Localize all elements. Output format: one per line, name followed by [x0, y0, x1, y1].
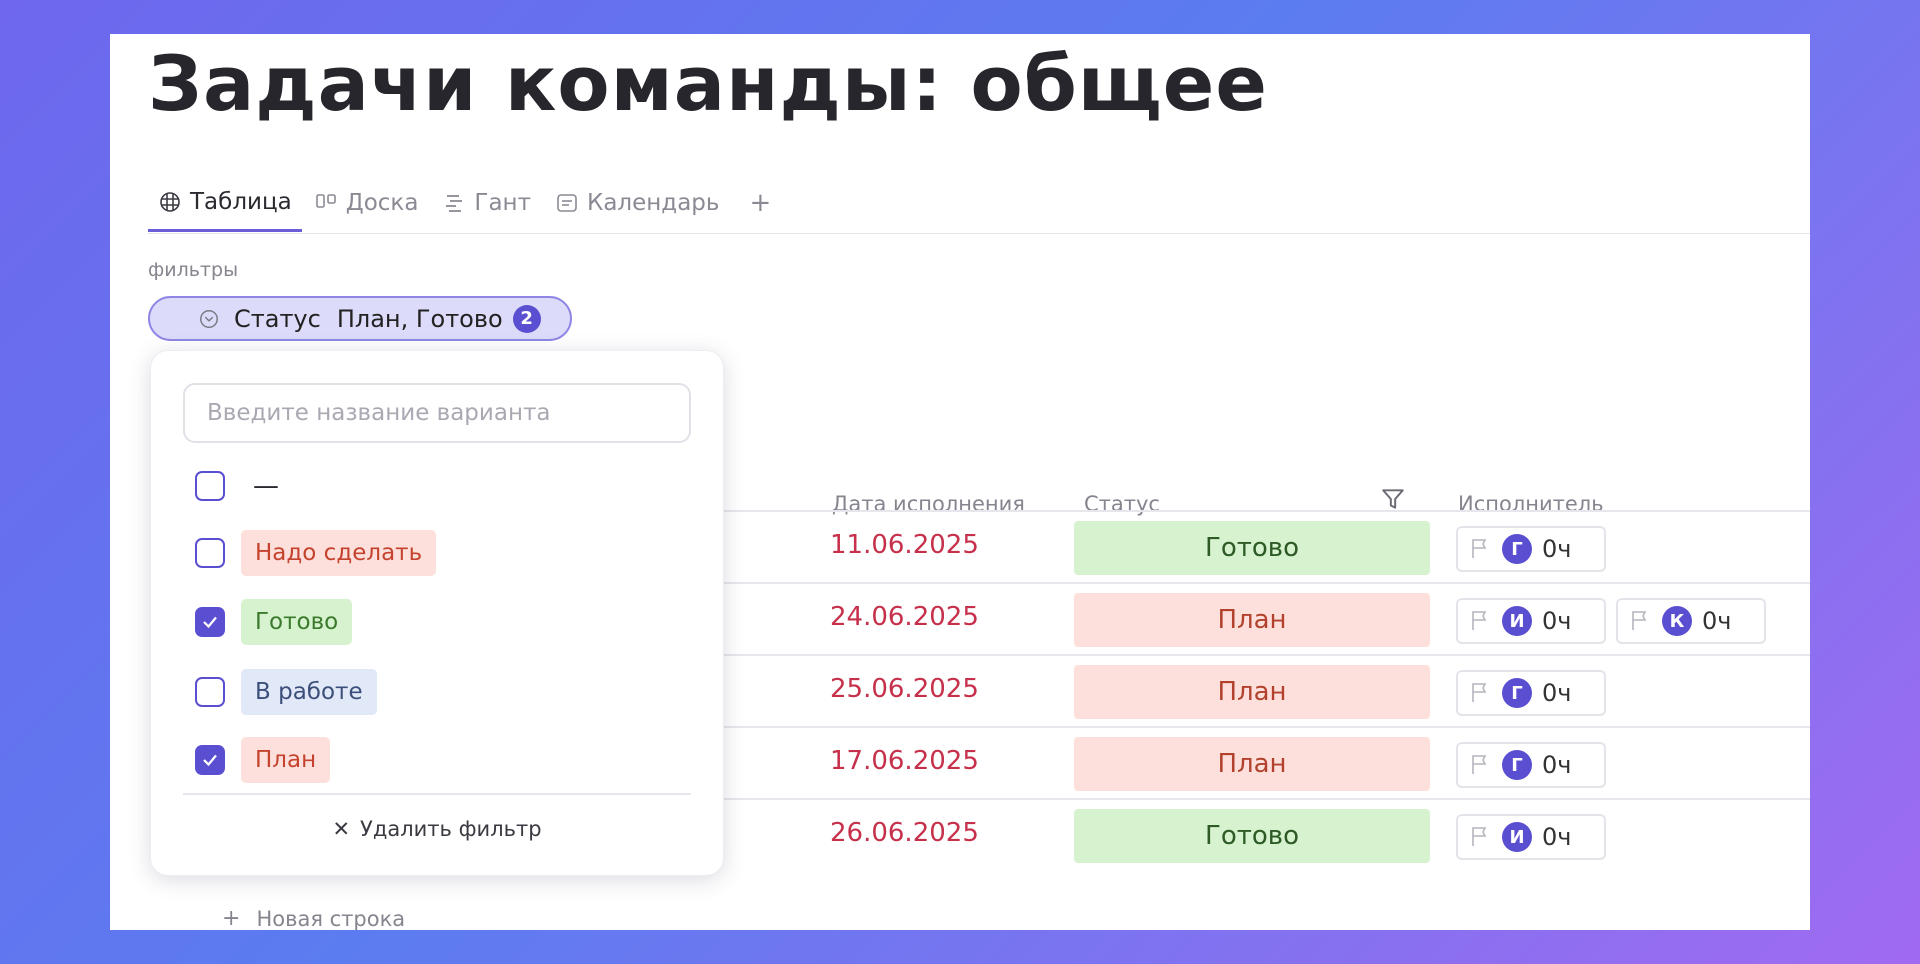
avatar: Г	[1502, 678, 1532, 708]
tab-board[interactable]: Доска	[302, 174, 431, 232]
column-header-status[interactable]: Статус	[1084, 492, 1160, 516]
row-divider	[710, 726, 1810, 728]
assignee-chip[interactable]: Г 0ч	[1456, 742, 1606, 788]
flag-icon	[1472, 827, 1487, 846]
status-cell[interactable]: План	[1074, 665, 1430, 719]
status-cell[interactable]: Готово	[1074, 809, 1430, 863]
checkmark-icon	[203, 616, 217, 629]
tab-table[interactable]: Таблица	[148, 174, 302, 232]
board-icon	[315, 194, 336, 208]
tab-calendar[interactable]: Календарь	[543, 174, 731, 232]
flag-icon	[1472, 755, 1487, 774]
assignee-chip[interactable]: И 0ч	[1456, 814, 1606, 860]
option-label: Готово	[241, 599, 353, 645]
option-label: План	[241, 737, 331, 783]
hours-value: 0ч	[1542, 535, 1572, 563]
flag-icon	[1472, 683, 1487, 702]
row-divider	[710, 510, 1810, 512]
assignee-chip[interactable]: Г 0ч	[1456, 670, 1606, 716]
hours-value: 0ч	[1702, 607, 1732, 635]
avatar: Г	[1502, 750, 1532, 780]
checkbox[interactable]	[195, 677, 225, 707]
avatar: И	[1502, 606, 1532, 636]
add-row-label: Новая строка	[256, 906, 406, 931]
filter-chip-values: План, Готово	[336, 304, 503, 333]
checkbox[interactable]	[195, 471, 225, 501]
option-search-input[interactable]	[183, 383, 691, 443]
status-filter-chip[interactable]: Статус План, Готово 2	[148, 296, 572, 341]
option-label: В работе	[241, 669, 377, 715]
filter-chip-name: Статус	[234, 304, 321, 333]
checkmark-icon	[203, 754, 217, 767]
status-cell[interactable]: Готово	[1074, 521, 1430, 575]
assignee-chip[interactable]: И 0ч	[1456, 598, 1606, 644]
hours-value: 0ч	[1542, 607, 1572, 635]
filter-count-badge: 2	[512, 304, 541, 333]
status-cell[interactable]: План	[1074, 737, 1430, 791]
checkbox-checked[interactable]	[195, 745, 225, 775]
option-label: Надо сделать	[241, 530, 437, 576]
filter-option-plan[interactable]: План	[195, 737, 331, 783]
flag-icon	[1632, 611, 1647, 630]
due-date-cell[interactable]: 25.06.2025	[830, 674, 979, 704]
filters-label: фильтры	[148, 259, 239, 281]
due-date-cell[interactable]: 24.06.2025	[830, 602, 979, 632]
avatar: Г	[1502, 534, 1532, 564]
gantt-icon	[446, 195, 463, 212]
hours-value: 0ч	[1542, 751, 1572, 779]
plus-icon: +	[222, 906, 241, 930]
filter-option-done[interactable]: Готово	[195, 599, 353, 645]
tab-label: Календарь	[586, 190, 720, 216]
checkbox-checked[interactable]	[195, 607, 225, 637]
tab-gantt[interactable]: Гант	[430, 174, 543, 232]
tab-label: Гант	[474, 190, 531, 216]
due-date-cell[interactable]: 26.06.2025	[830, 818, 979, 848]
tab-label: Доска	[345, 190, 419, 216]
table-icon	[160, 191, 180, 212]
add-row-button[interactable]: + Новая строка	[222, 906, 405, 930]
divider	[183, 793, 691, 795]
close-icon: ✕	[332, 817, 351, 841]
filter-option-empty[interactable]: —	[195, 463, 279, 509]
column-header-due[interactable]: Дата исполнения	[832, 492, 1025, 516]
checkbox[interactable]	[195, 538, 225, 568]
column-header-assignee[interactable]: Исполнитель	[1458, 492, 1604, 516]
assignee-chip[interactable]: Г 0ч	[1456, 526, 1606, 572]
due-date-cell[interactable]: 11.06.2025	[830, 530, 979, 560]
row-divider	[710, 582, 1810, 584]
remove-filter-button[interactable]: ✕ Удалить фильтр	[151, 811, 723, 847]
avatar: К	[1662, 606, 1692, 636]
tab-label: Таблица	[190, 188, 292, 215]
filter-option-todo[interactable]: Надо сделать	[195, 530, 437, 576]
chevron-down-circle-icon	[200, 309, 218, 328]
due-date-cell[interactable]: 17.06.2025	[830, 746, 979, 776]
option-label: —	[253, 471, 279, 501]
hours-value: 0ч	[1542, 823, 1572, 851]
flag-icon	[1472, 539, 1487, 558]
add-tab-button[interactable]: +	[731, 174, 789, 232]
calendar-icon	[557, 194, 577, 212]
view-tabs: Таблица Доска Гант Календарь +	[148, 174, 1810, 234]
filter-option-in-progress[interactable]: В работе	[195, 669, 377, 715]
filter-funnel-icon[interactable]	[1380, 486, 1406, 512]
status-filter-dropdown: — Надо сделать Готово В работе План ✕ Уд…	[150, 350, 724, 876]
flag-icon	[1472, 611, 1487, 630]
row-divider	[710, 798, 1810, 800]
row-divider	[710, 654, 1810, 656]
avatar: И	[1502, 822, 1532, 852]
status-cell[interactable]: План	[1074, 593, 1430, 647]
remove-filter-label: Удалить фильтр	[360, 817, 542, 841]
hours-value: 0ч	[1542, 679, 1572, 707]
page-card: Задачи команды: общее Таблица Доска Гант…	[110, 34, 1810, 930]
assignee-chip[interactable]: К 0ч	[1616, 598, 1766, 644]
page-title: Задачи команды: общее	[148, 39, 1268, 128]
